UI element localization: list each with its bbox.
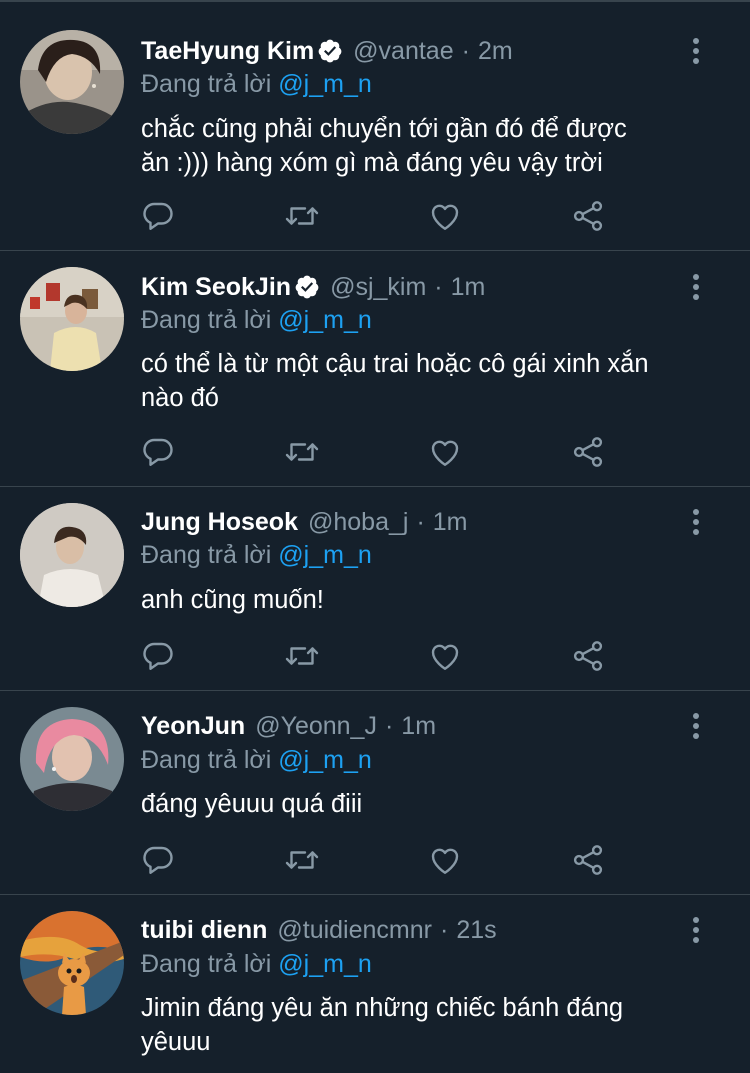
reply-mention-link[interactable]: @j_m_n — [278, 746, 371, 774]
tweet-reply-5[interactable]: tuibi dienn @tuidiencmnr · 21s Đang trả … — [0, 895, 750, 1073]
tweet-header: Kim SeokJin @sj_kim · 1m — [141, 270, 485, 304]
more-options-icon[interactable] — [684, 711, 708, 741]
tweet-header: tuibi dienn @tuidiencmnr · 21s — [141, 913, 497, 947]
like-icon[interactable] — [427, 198, 463, 234]
replying-to: Đang trả lời @j_m_n — [141, 539, 372, 571]
reply-mention-link[interactable]: @j_m_n — [278, 70, 371, 98]
tweet-text-line: chắc cũng phải chuyển tới gần đó để được — [141, 115, 627, 143]
timestamp[interactable]: 2m — [478, 37, 513, 66]
display-name[interactable]: TaeHyung Kim — [141, 37, 314, 66]
display-name[interactable]: Kim SeokJin — [141, 273, 291, 302]
avatar-yeonjun[interactable] — [20, 707, 124, 811]
reply-mention-link[interactable]: @j_m_n — [278, 541, 371, 569]
replying-to: Đang trả lời @j_m_n — [141, 68, 372, 100]
tweet-reply-4[interactable]: YeonJun @Yeonn_J · 1m Đang trả lời @j_m_… — [0, 691, 750, 895]
tweet-text: anh cũng muốn! — [141, 583, 721, 617]
tweet-text-line: anh cũng muốn! — [141, 586, 324, 614]
reply-mention-link[interactable]: @j_m_n — [278, 950, 371, 978]
more-options-icon[interactable] — [684, 915, 708, 945]
more-options-icon[interactable] — [684, 507, 708, 537]
reply-mention-link[interactable]: @j_m_n — [278, 306, 371, 334]
reply-icon[interactable] — [140, 434, 176, 470]
reply-icon[interactable] — [140, 198, 176, 234]
replying-to: Đang trả lời @j_m_n — [141, 304, 372, 336]
timestamp[interactable]: 1m — [433, 508, 468, 537]
avatar-hoseok[interactable] — [20, 503, 124, 607]
separator-dot: · — [434, 272, 443, 301]
like-icon[interactable] — [427, 638, 463, 674]
user-handle[interactable]: @Yeonn_J — [255, 712, 377, 741]
like-icon[interactable] — [427, 842, 463, 878]
tweet-text: Jimin đáng yêu ăn những chiếc bánh đáng … — [141, 991, 721, 1059]
tweet-text-line: có thể là từ một cậu trai hoặc cô gái xi… — [141, 350, 649, 378]
retweet-icon[interactable] — [284, 842, 320, 878]
replying-to-label: Đang trả lời — [141, 70, 272, 98]
reply-icon[interactable] — [140, 638, 176, 674]
retweet-icon[interactable] — [284, 638, 320, 674]
tweet-text: chắc cũng phải chuyển tới gần đó để được… — [141, 112, 721, 180]
avatar-tuibi[interactable] — [20, 911, 124, 1015]
verified-badge-icon — [294, 274, 320, 300]
user-handle[interactable]: @hoba_j — [308, 508, 408, 537]
replying-to-label: Đang trả lời — [141, 950, 272, 978]
avatar-seokjin[interactable] — [20, 267, 124, 371]
tweet-text: đáng yêuuu quá điii — [141, 787, 721, 821]
avatar-taehyung[interactable] — [20, 30, 124, 134]
timestamp[interactable]: 1m — [451, 273, 486, 302]
separator-dot: · — [439, 915, 449, 944]
reply-icon[interactable] — [140, 842, 176, 878]
tweet-text-line: yêuuu — [141, 1028, 211, 1056]
tweet-reply-1[interactable]: TaeHyung Kim @vantae · 2m Đang trả lời @… — [0, 2, 750, 251]
tweet-header: YeonJun @Yeonn_J · 1m — [141, 709, 436, 743]
replying-to-label: Đang trả lời — [141, 306, 272, 334]
user-handle[interactable]: @sj_kim — [330, 273, 426, 302]
timestamp[interactable]: 1m — [401, 712, 436, 741]
tweet-text-line: ăn :))) hàng xóm gì mà đáng yêu vậy trời — [141, 149, 603, 177]
share-icon[interactable] — [570, 842, 606, 878]
share-icon[interactable] — [570, 434, 606, 470]
display-name[interactable]: Jung Hoseok — [141, 508, 298, 537]
verified-badge-icon — [317, 38, 343, 64]
separator-dot: · — [416, 507, 425, 536]
more-options-icon[interactable] — [684, 272, 708, 302]
like-icon[interactable] — [427, 434, 463, 470]
retweet-icon[interactable] — [284, 434, 320, 470]
timestamp[interactable]: 21s — [456, 916, 496, 945]
tweet-reply-3[interactable]: Jung Hoseok @hoba_j · 1m Đang trả lời @j… — [0, 487, 750, 691]
retweet-icon[interactable] — [284, 198, 320, 234]
display-name[interactable]: tuibi dienn — [141, 916, 267, 945]
tweet-text-line: đáng yêuuu quá điii — [141, 790, 363, 818]
share-icon[interactable] — [570, 638, 606, 674]
user-handle[interactable]: @vantae — [353, 37, 453, 66]
tweet-text: có thể là từ một cậu trai hoặc cô gái xi… — [141, 347, 721, 415]
replying-to: Đang trả lời @j_m_n — [141, 744, 372, 776]
replying-to-label: Đang trả lời — [141, 746, 272, 774]
replying-to: Đang trả lời @j_m_n — [141, 948, 372, 980]
tweet-header: TaeHyung Kim @vantae · 2m — [141, 34, 513, 68]
separator-dot: · — [384, 711, 394, 740]
replying-to-label: Đang trả lời — [141, 541, 272, 569]
display-name[interactable]: YeonJun — [141, 712, 245, 741]
user-handle[interactable]: @tuidiencmnr — [277, 916, 432, 945]
share-icon[interactable] — [570, 198, 606, 234]
tweet-text-line: Jimin đáng yêu ăn những chiếc bánh đáng — [141, 994, 624, 1022]
more-options-icon[interactable] — [684, 36, 708, 66]
separator-dot: · — [461, 36, 470, 65]
tweet-header: Jung Hoseok @hoba_j · 1m — [141, 505, 468, 539]
tweet-text-line: nào đó — [141, 384, 219, 412]
tweet-reply-2[interactable]: Kim SeokJin @sj_kim · 1m Đang trả lời @j… — [0, 251, 750, 487]
